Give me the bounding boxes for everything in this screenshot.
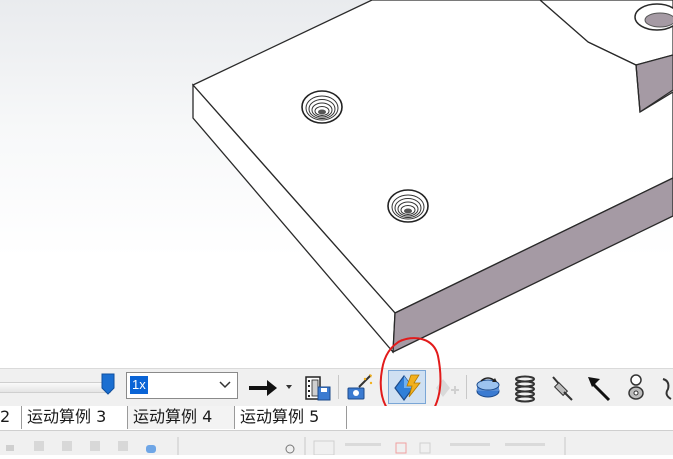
playback-speed-value: 1x [130,376,148,394]
tab-motion-study-3[interactable]: 运动算例 3 [22,406,128,429]
toolbar-separator [466,375,467,399]
tab-motion-study-5[interactable]: 运动算例 5 [235,406,347,429]
motion-study-toolbar: 1x [0,368,673,407]
damper-icon[interactable] [547,371,577,403]
more-tools-icon[interactable] [658,371,673,403]
spring-icon[interactable] [510,371,540,403]
contact-icon[interactable] [621,371,651,403]
threaded-hole-2[interactable] [387,189,429,223]
animation-wizard-icon[interactable] [345,371,375,403]
play-arrow-icon[interactable] [245,371,279,403]
tab-motion-study-2[interactable]: 2 [0,406,22,429]
playback-speed-dropdown[interactable]: 1x [126,372,238,399]
motor-icon[interactable] [473,371,503,403]
bottom-toolbar-partial [0,431,673,456]
tab-label: 2 [0,407,11,426]
force-icon[interactable] [584,371,614,403]
toolbar-separator [338,375,339,399]
slider-thumb[interactable] [101,373,115,395]
chevron-down-icon [219,381,231,389]
tab-label: 运动算例 3 [27,407,107,426]
graphics-viewport[interactable] [0,0,673,368]
tab-label: 运动算例 4 [133,407,213,426]
playback-speed-slider[interactable] [0,382,111,393]
motion-study-tabs: 2 运动算例 3 运动算例 4 运动算例 5 [0,406,673,431]
partial-icons-row [6,437,566,456]
plate-model[interactable] [0,0,673,368]
save-animation-icon[interactable] [302,371,332,403]
tab-motion-study-4[interactable]: 运动算例 4 [128,406,235,429]
play-dropdown-icon[interactable] [284,371,294,403]
tab-label: 运动算例 5 [240,407,320,426]
threaded-hole-1[interactable] [301,90,343,124]
